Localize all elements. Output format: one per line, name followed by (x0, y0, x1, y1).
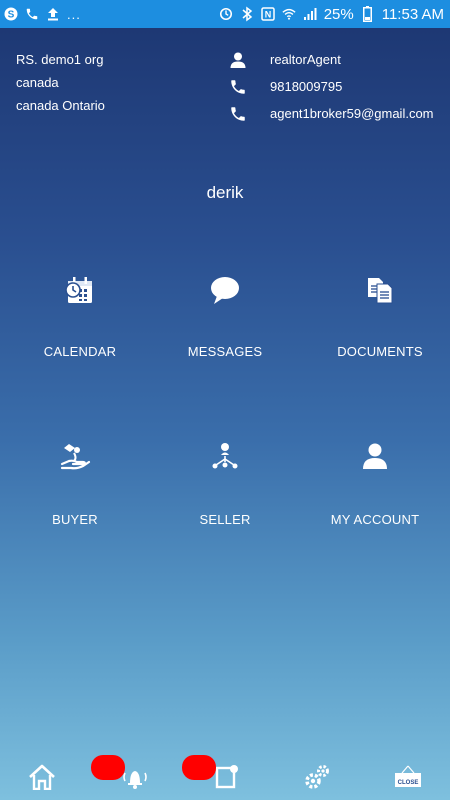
status-bar-left: S ... (4, 7, 81, 22)
phone-icon (228, 77, 248, 97)
nfc-icon: N (260, 7, 275, 21)
battery-icon (361, 6, 375, 22)
contact-email[interactable]: agent1broker59@gmail.com (270, 106, 434, 121)
messages-tile[interactable]: MESSAGES (150, 270, 300, 359)
skype-icon: S (4, 7, 18, 21)
documents-label: DOCUMENTS (337, 344, 423, 359)
home-icon (29, 764, 55, 790)
close-sign-icon (395, 765, 421, 787)
contact-role-row: realtorAgent (228, 46, 434, 73)
calendar-label: CALENDAR (43, 344, 117, 359)
listings-badge (182, 755, 216, 780)
gears-icon (305, 765, 329, 789)
my-account-label: MY ACCOUNT (330, 512, 420, 527)
seller-label: SELLER (199, 512, 251, 527)
chat-bubble-icon (205, 270, 245, 310)
more-notifications-indicator: ... (67, 6, 81, 22)
user-name: derik (206, 183, 244, 202)
account-person-icon (355, 436, 395, 476)
notifications-badge (91, 755, 125, 780)
contact-role: realtorAgent (270, 52, 341, 67)
bluetooth-icon (240, 6, 254, 22)
status-bar: S ... N 25% 11:53 AM (0, 0, 450, 28)
svg-text:S: S (8, 10, 15, 21)
contact-info: realtorAgent 9818009795 agent1broker59@g… (228, 46, 434, 127)
seller-tile[interactable]: SELLER (150, 436, 300, 527)
settings-button[interactable] (300, 760, 334, 794)
buyer-label: BUYER (52, 512, 98, 527)
wifi-icon (282, 7, 296, 21)
contact-email-row[interactable]: agent1broker59@gmail.com (228, 100, 434, 127)
organization-info: RS. demo1 org canada canada Ontario (16, 48, 105, 117)
phone-icon (228, 104, 248, 124)
documents-icon (360, 270, 400, 310)
document-add-icon (215, 765, 238, 789)
buyer-tile[interactable]: BUYER (0, 436, 150, 527)
org-country: canada (16, 75, 59, 90)
org-name: RS. demo1 org (16, 52, 104, 67)
upload-icon (46, 7, 60, 21)
calendar-tile[interactable]: CALENDAR (5, 270, 155, 359)
bottom-navigation: CLOSE (0, 755, 450, 800)
contact-phone[interactable]: 9818009795 (270, 79, 342, 94)
buyer-hand-icon (55, 436, 95, 476)
svg-text:N: N (264, 10, 271, 20)
close-sign-label: CLOSE (397, 780, 419, 786)
battery-percent: 25% (323, 5, 354, 23)
my-account-tile[interactable]: MY ACCOUNT (300, 436, 450, 527)
documents-tile[interactable]: DOCUMENTS (305, 270, 450, 359)
contact-phone-row[interactable]: 9818009795 (228, 73, 434, 100)
calendar-icon (60, 270, 100, 310)
status-bar-right: N 25% 11:53 AM (219, 6, 444, 23)
close-button[interactable]: CLOSE (390, 760, 426, 794)
org-region: canada Ontario (16, 98, 105, 113)
clock: 11:53 AM (381, 5, 444, 23)
phone-icon (25, 7, 39, 21)
signal-icon (303, 7, 317, 21)
person-icon (228, 50, 248, 70)
home-button[interactable] (25, 760, 59, 794)
seller-network-icon (205, 436, 245, 476)
sync-icon (219, 7, 233, 21)
messages-label: MESSAGES (187, 344, 263, 359)
